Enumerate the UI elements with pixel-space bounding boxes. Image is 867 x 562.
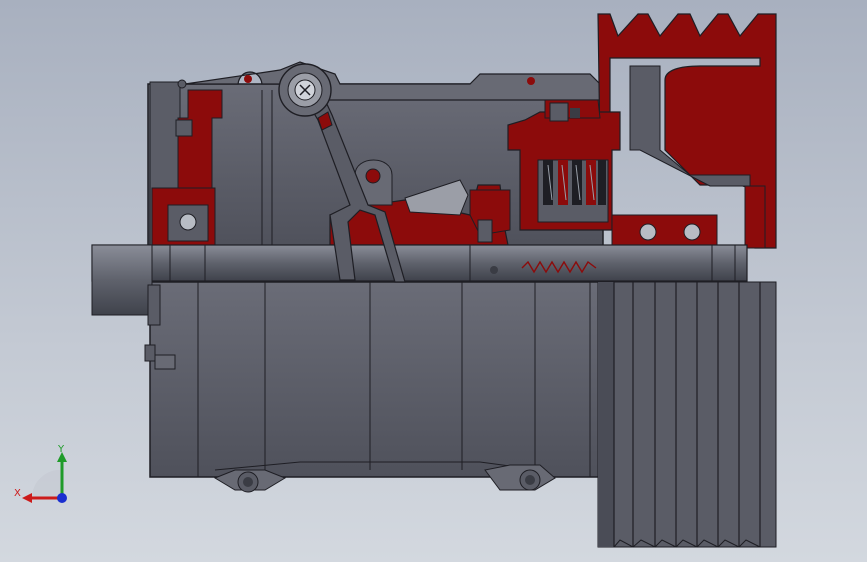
pulley-section	[597, 13, 777, 249]
triad-plane	[31, 469, 62, 498]
pulley-lower	[597, 281, 777, 548]
graphics-viewport[interactable]: Y X	[0, 0, 867, 562]
housing-lower	[149, 281, 606, 478]
x-axis-arrowhead	[22, 493, 32, 503]
clutch-plates	[537, 159, 609, 223]
coordinate-triad: Y X	[14, 444, 67, 503]
x-axis-label: X	[14, 488, 21, 499]
section-view-model[interactable]	[0, 0, 867, 562]
right-bearings	[611, 214, 718, 248]
z-axis-dot	[57, 493, 67, 503]
y-axis-label: Y	[57, 444, 65, 455]
